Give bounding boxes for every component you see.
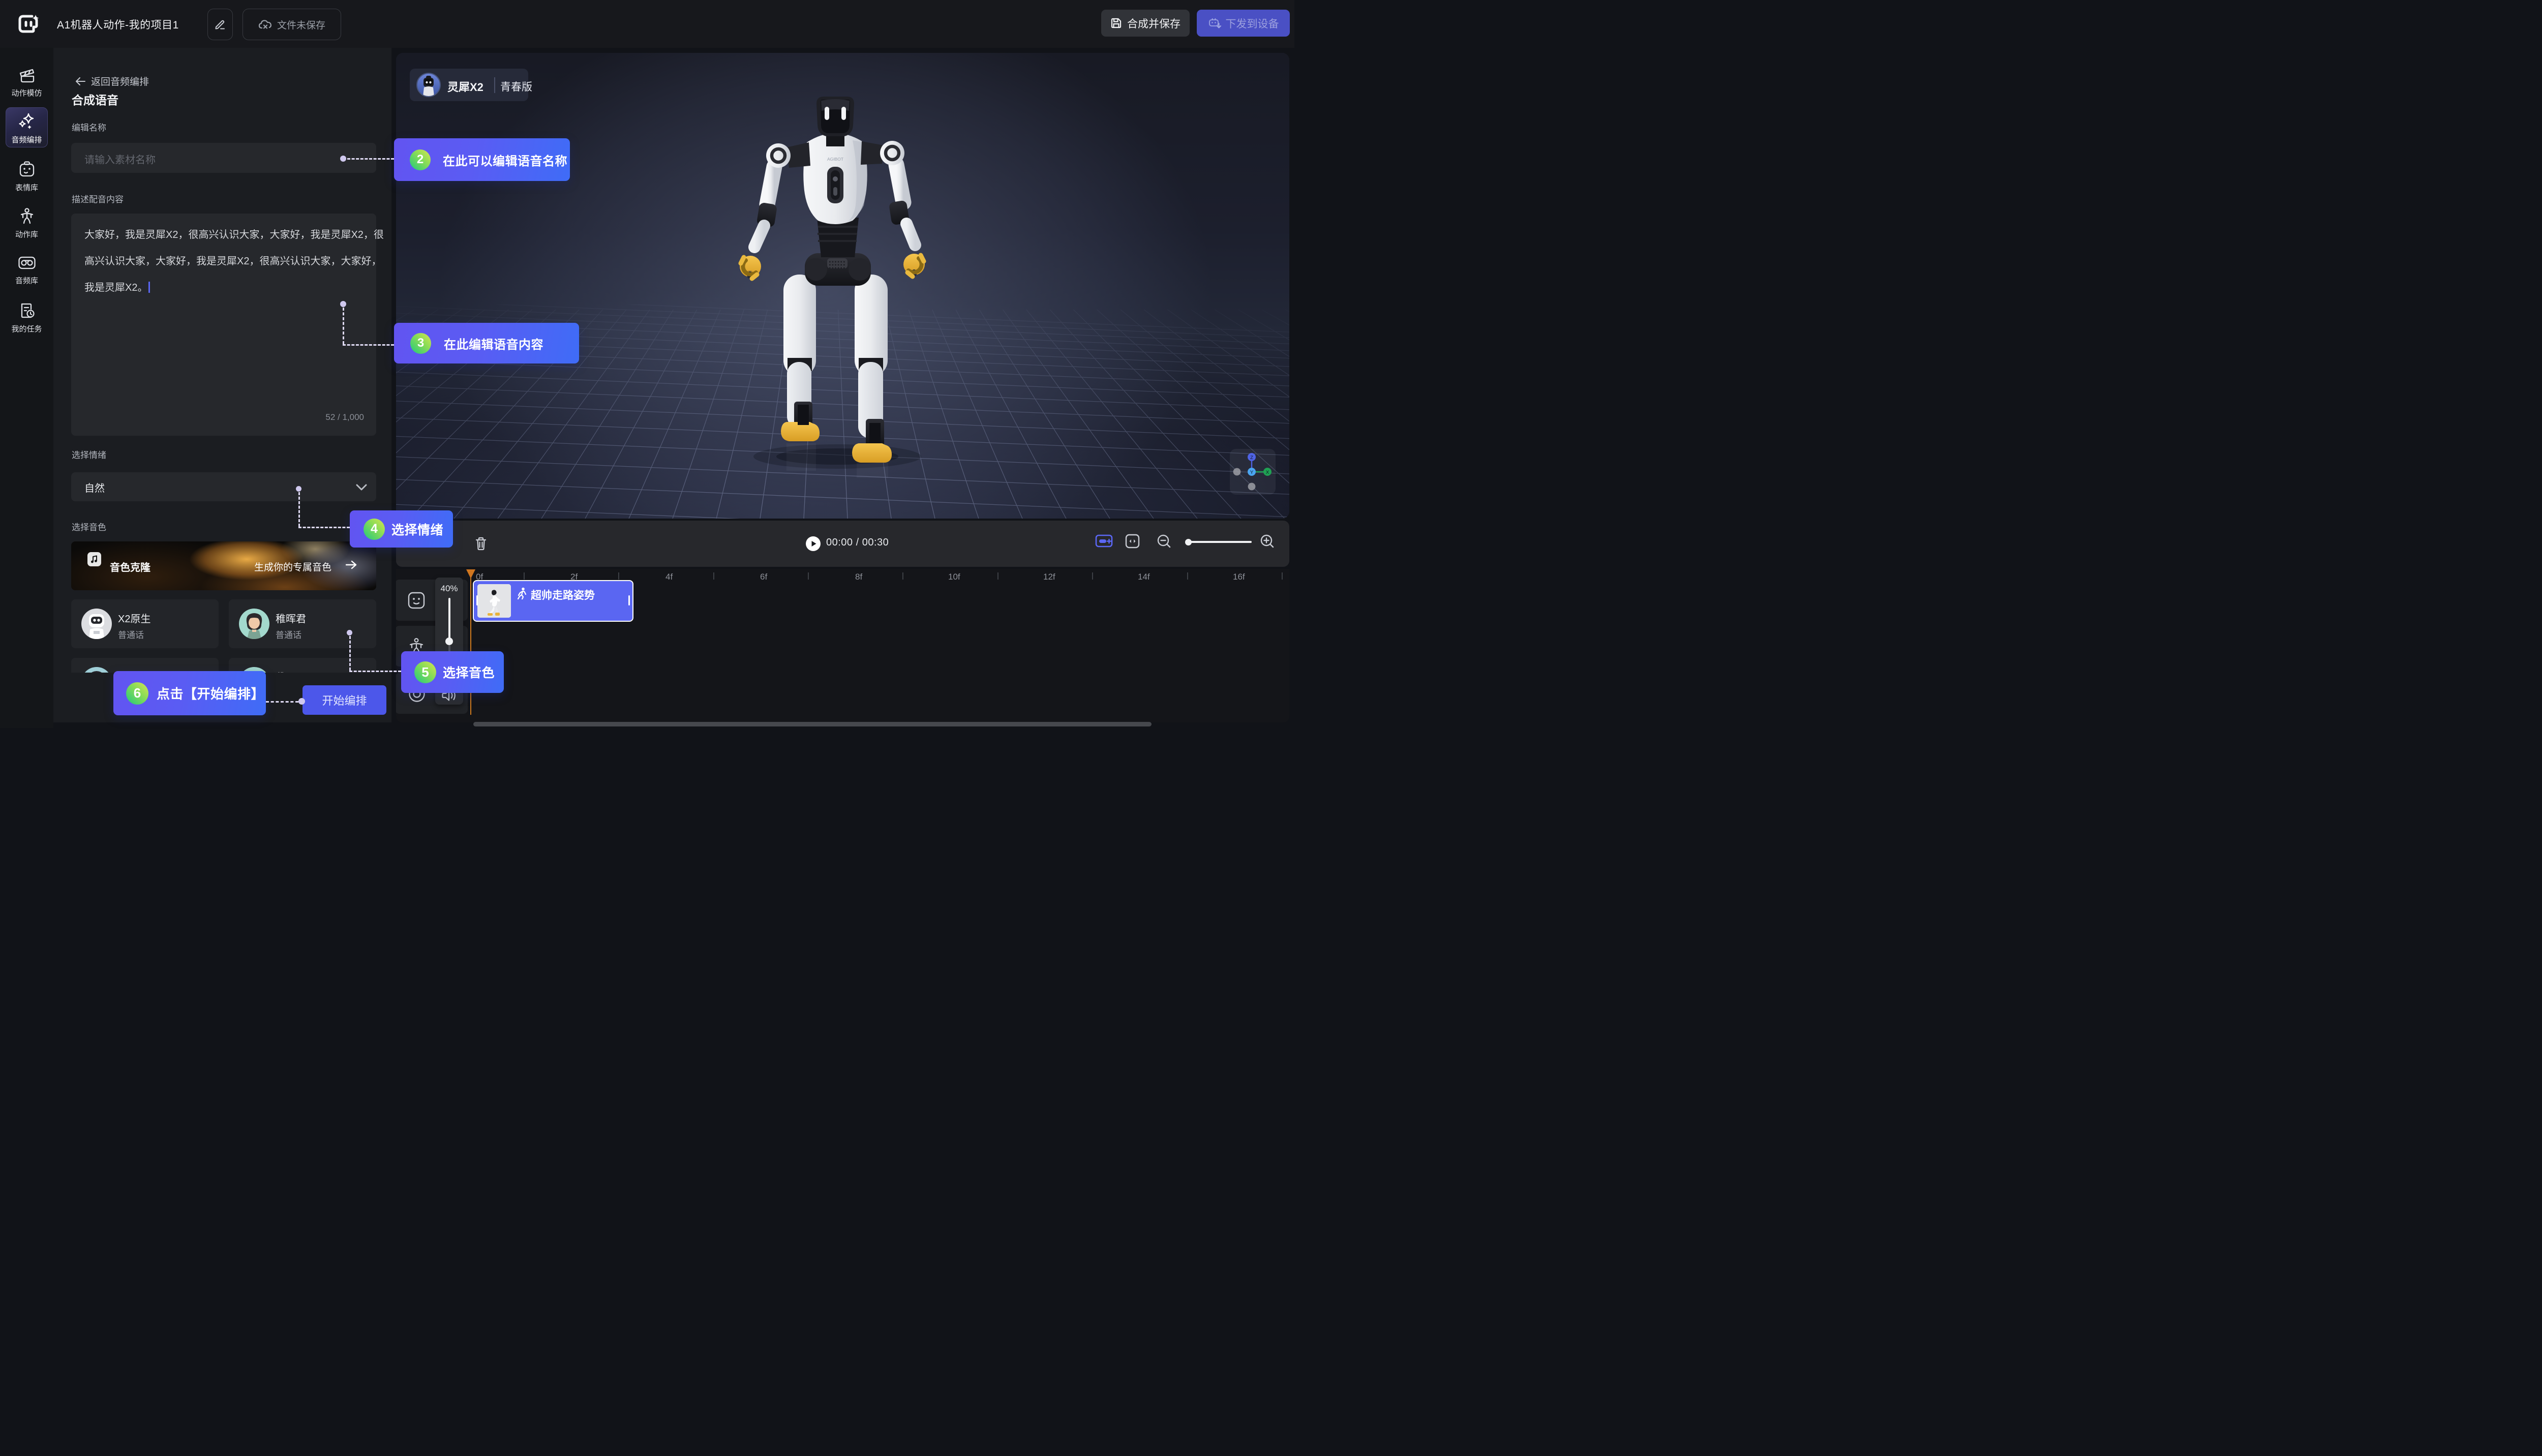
svg-text:AGIBOT: AGIBOT	[827, 157, 843, 162]
svg-text:Z: Z	[1250, 455, 1253, 461]
svg-text:Y: Y	[1250, 470, 1254, 475]
svg-text:X: X	[1266, 470, 1269, 475]
